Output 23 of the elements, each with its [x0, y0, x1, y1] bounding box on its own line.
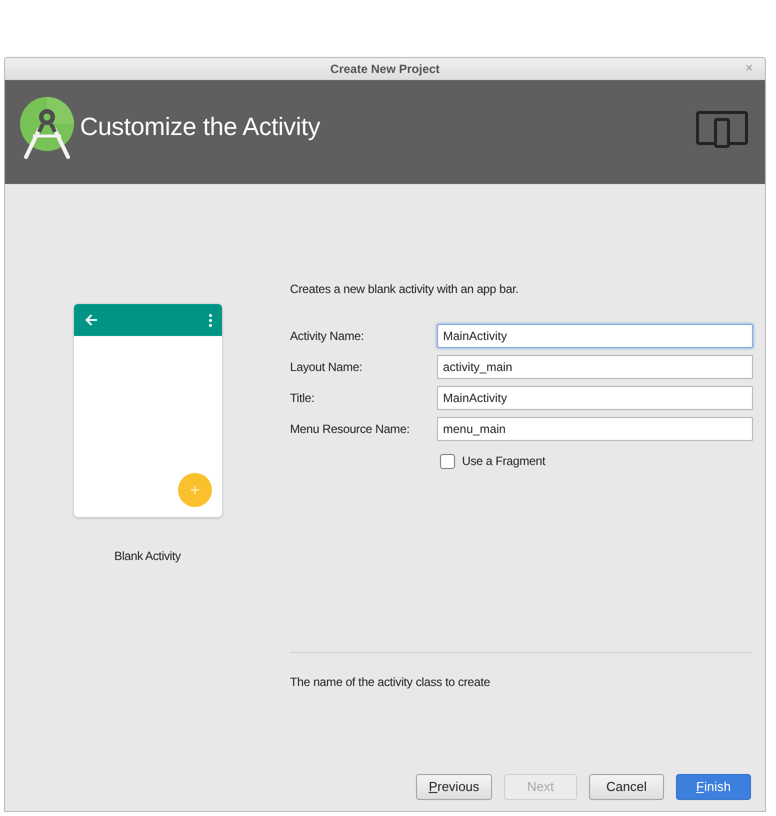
field-label: Title: [290, 390, 316, 407]
field-label: Layout Name: [290, 359, 364, 376]
field-label: Activity Name: [290, 328, 365, 345]
help-text: The name of the activity class to create [290, 674, 492, 690]
dialog-button[interactable]: Previous [416, 774, 492, 800]
text-field[interactable]: menu_main [437, 417, 753, 441]
add-fab-icon [178, 473, 212, 507]
checkbox-label: Use a Fragment [462, 453, 546, 470]
text-field[interactable]: activity_main [437, 355, 753, 379]
window-title: Create New Project [330, 61, 440, 78]
dialog-button[interactable]: Cancel [589, 774, 664, 800]
template-name: Blank Activity [114, 548, 181, 565]
text-field[interactable]: MainActivity [437, 386, 753, 410]
overflow-menu-icon [208, 314, 212, 326]
dialog-button[interactable]: Finish [676, 774, 751, 800]
checkbox[interactable] [440, 454, 455, 468]
compass-logo-icon [20, 97, 74, 159]
template-description: Creates a new blank activity with an app bar. [290, 281, 520, 297]
field-label: Menu Resource Name: [290, 421, 411, 438]
devices-icon [696, 111, 748, 148]
header-title: Customize the Activity [80, 112, 320, 142]
text-field[interactable]: MainActivity [437, 324, 753, 348]
back-arrow-icon [84, 314, 98, 326]
